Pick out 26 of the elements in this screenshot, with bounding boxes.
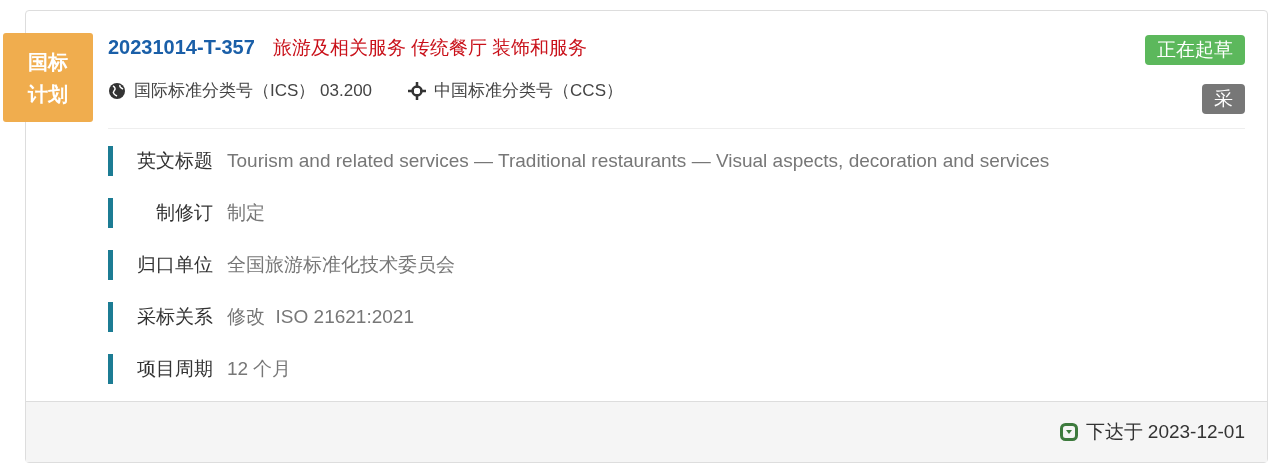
detail-label: 采标关系 xyxy=(136,305,213,329)
crosshair-icon xyxy=(408,81,427,100)
issued-date: 下达于 2023-12-01 xyxy=(1085,420,1245,444)
detail-value: 修改 ISO 21621:2021 xyxy=(227,305,414,329)
category-ribbon: 国标计划 xyxy=(3,33,93,122)
detail-label: 英文标题 xyxy=(136,149,213,173)
status-badge: 采 xyxy=(1202,84,1245,114)
globe-icon xyxy=(108,81,126,100)
detail-value: 12 个月 xyxy=(227,357,292,381)
standard-title: 旅游及相关服务 传统餐厅 装饰和服务 xyxy=(272,36,588,60)
detail-label: 项目周期 xyxy=(136,357,213,381)
classification-label: 中国标准分类号（CCS） xyxy=(434,80,623,102)
accent-bar xyxy=(108,354,113,384)
accent-bar xyxy=(108,146,113,176)
accent-bar xyxy=(108,198,113,228)
caret-square-icon xyxy=(1059,423,1078,441)
detail-value: 全国旅游标准化技术委员会 xyxy=(227,253,455,277)
detail-label: 制修订 xyxy=(155,201,213,225)
plan-code[interactable]: 20231014-T-357 xyxy=(108,36,255,59)
classification-label: 国际标准分类号（ICS） 03.200 xyxy=(134,80,373,102)
detail-value: Tourism and related services — Traditional restaurants — Visual aspects, decoration and services xyxy=(227,150,1050,172)
accent-bar xyxy=(108,250,113,280)
detail-label: 归口单位 xyxy=(136,253,213,277)
detail-value: 制定 xyxy=(227,201,265,225)
accent-bar xyxy=(108,302,113,332)
status-badge: 正在起草 xyxy=(1145,35,1245,65)
